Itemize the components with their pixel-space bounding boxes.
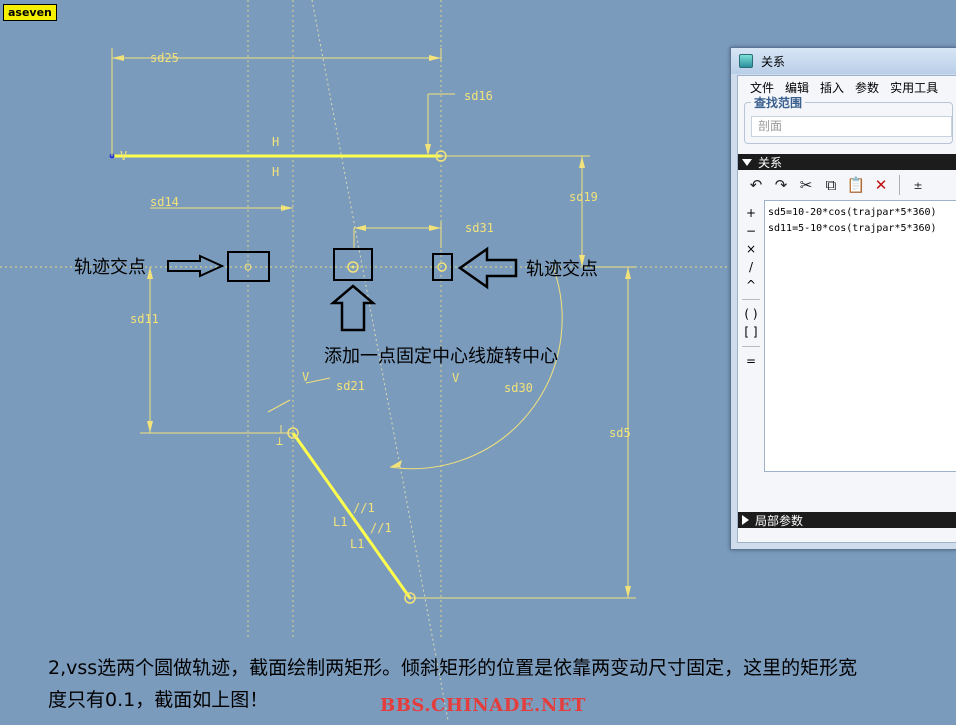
constraint-perpendicular: ⊥	[276, 434, 283, 448]
arrow-left-icon	[457, 246, 518, 290]
dim-sd25[interactable]: sd25	[150, 51, 179, 65]
op-parentheses[interactable]: ( )	[744, 305, 757, 323]
cut-icon[interactable]: ✂	[796, 175, 816, 195]
undo-icon[interactable]: ↶	[746, 175, 766, 195]
dim-sd14[interactable]: sd14	[150, 195, 179, 209]
constraint-h-top: H	[272, 135, 279, 149]
constraint-parallel-a: //1	[353, 501, 375, 515]
op-equals[interactable]: =	[746, 352, 756, 370]
operator-column: + − × / ^ ( ) [ ] =	[738, 200, 764, 472]
toolbar-divider	[899, 175, 900, 195]
dim-sd11[interactable]: sd11	[130, 312, 159, 326]
menu-parameters[interactable]: 参数	[855, 78, 879, 97]
copy-icon[interactable]: ⧉	[821, 175, 841, 195]
op-multiply[interactable]: ×	[746, 240, 756, 258]
relations-textarea[interactable]: sd5=10-20*cos(trajpar*5*360) sd11=5-10*co…	[764, 200, 956, 472]
relations-section-header[interactable]: 关系	[738, 154, 956, 170]
dim-sd31[interactable]: sd31	[465, 221, 494, 235]
app-icon	[739, 54, 753, 68]
annotation-trajectory-left: 轨迹交点	[74, 257, 146, 278]
scope-select[interactable]: 剖面	[751, 116, 952, 137]
annotation-rotation-center: 添加一点固定中心线旋转中心	[324, 346, 558, 367]
watermark: BBS.CHINADE.NET	[380, 695, 586, 716]
dialog-title: 关系	[761, 54, 786, 69]
menu-insert[interactable]: 插入	[820, 78, 844, 97]
expand-icon	[742, 515, 749, 525]
local-params-section-header[interactable]: 局部参数	[738, 512, 956, 528]
relation-line: sd5=10-20*cos(trajpar*5*360)	[768, 207, 937, 218]
relations-toolbar: ↶ ↷ ✂ ⧉ 📋 ✕ ±	[738, 170, 956, 200]
menu-utilities[interactable]: 实用工具	[890, 78, 938, 97]
dim-sd30[interactable]: sd30	[504, 381, 533, 395]
constraint-v-slant: V	[302, 370, 309, 384]
op-brackets[interactable]: [ ]	[744, 323, 757, 341]
evaluate-icon[interactable]: ±	[908, 175, 928, 195]
operator-divider	[742, 346, 760, 347]
op-power[interactable]: ^	[746, 276, 756, 294]
redo-icon[interactable]: ↷	[771, 175, 791, 195]
delete-icon[interactable]: ✕	[871, 175, 891, 195]
dim-sd21[interactable]: sd21	[336, 379, 365, 393]
arrow-up-icon	[329, 284, 377, 332]
constraint-length-b: L1	[350, 537, 364, 551]
constraint-length-a: L1	[333, 515, 347, 529]
dialog-client: 文件 编辑 插入 参数 实用工具 查找范围 剖面 关系 ↶ ↷ ✂ ⧉ 📋 ✕ …	[737, 75, 956, 543]
annotation-trajectory-right: 轨迹交点	[526, 259, 598, 280]
arrow-right-icon	[167, 254, 225, 278]
dialog-titlebar[interactable]: 关系	[731, 48, 956, 74]
relations-section-label: 关系	[758, 155, 783, 170]
relations-dialog[interactable]: 关系 文件 编辑 插入 参数 实用工具 查找范围 剖面 关系 ↶ ↷ ✂ ⧉ 📋…	[730, 47, 956, 550]
constraint-h-bottom: H	[272, 165, 279, 179]
scope-legend: 查找范围	[751, 94, 806, 111]
collapse-icon	[742, 158, 752, 166]
caption-line-1: 2,vss选两个圆做轨迹，截面绘制两矩形。倾斜矩形的位置是依靠两变动尺寸固定，这…	[48, 657, 858, 679]
constraint-v-left: V	[120, 149, 127, 163]
local-params-label: 局部参数	[755, 513, 804, 528]
dim-sd16[interactable]: sd16	[464, 89, 493, 103]
relation-line: sd11=5-10*cos(trajpar*5*360)	[768, 223, 937, 234]
op-minus[interactable]: −	[746, 222, 756, 240]
dim-sd19[interactable]: sd19	[569, 190, 598, 204]
constraint-v-center: V	[452, 371, 459, 385]
relations-edit-area: + − × / ^ ( ) [ ] = sd5=10-20*cos(trajpa…	[738, 200, 956, 472]
scope-group: 查找范围 剖面	[744, 94, 953, 144]
author-tag: aseven	[3, 4, 57, 21]
paste-icon[interactable]: 📋	[846, 175, 866, 195]
operator-divider	[742, 299, 760, 300]
op-plus[interactable]: +	[746, 204, 756, 222]
rotation-center-box	[333, 248, 373, 281]
op-divide[interactable]: /	[749, 258, 753, 276]
dim-sd5[interactable]: sd5	[609, 426, 631, 440]
constraint-parallel-b: //1	[370, 521, 392, 535]
